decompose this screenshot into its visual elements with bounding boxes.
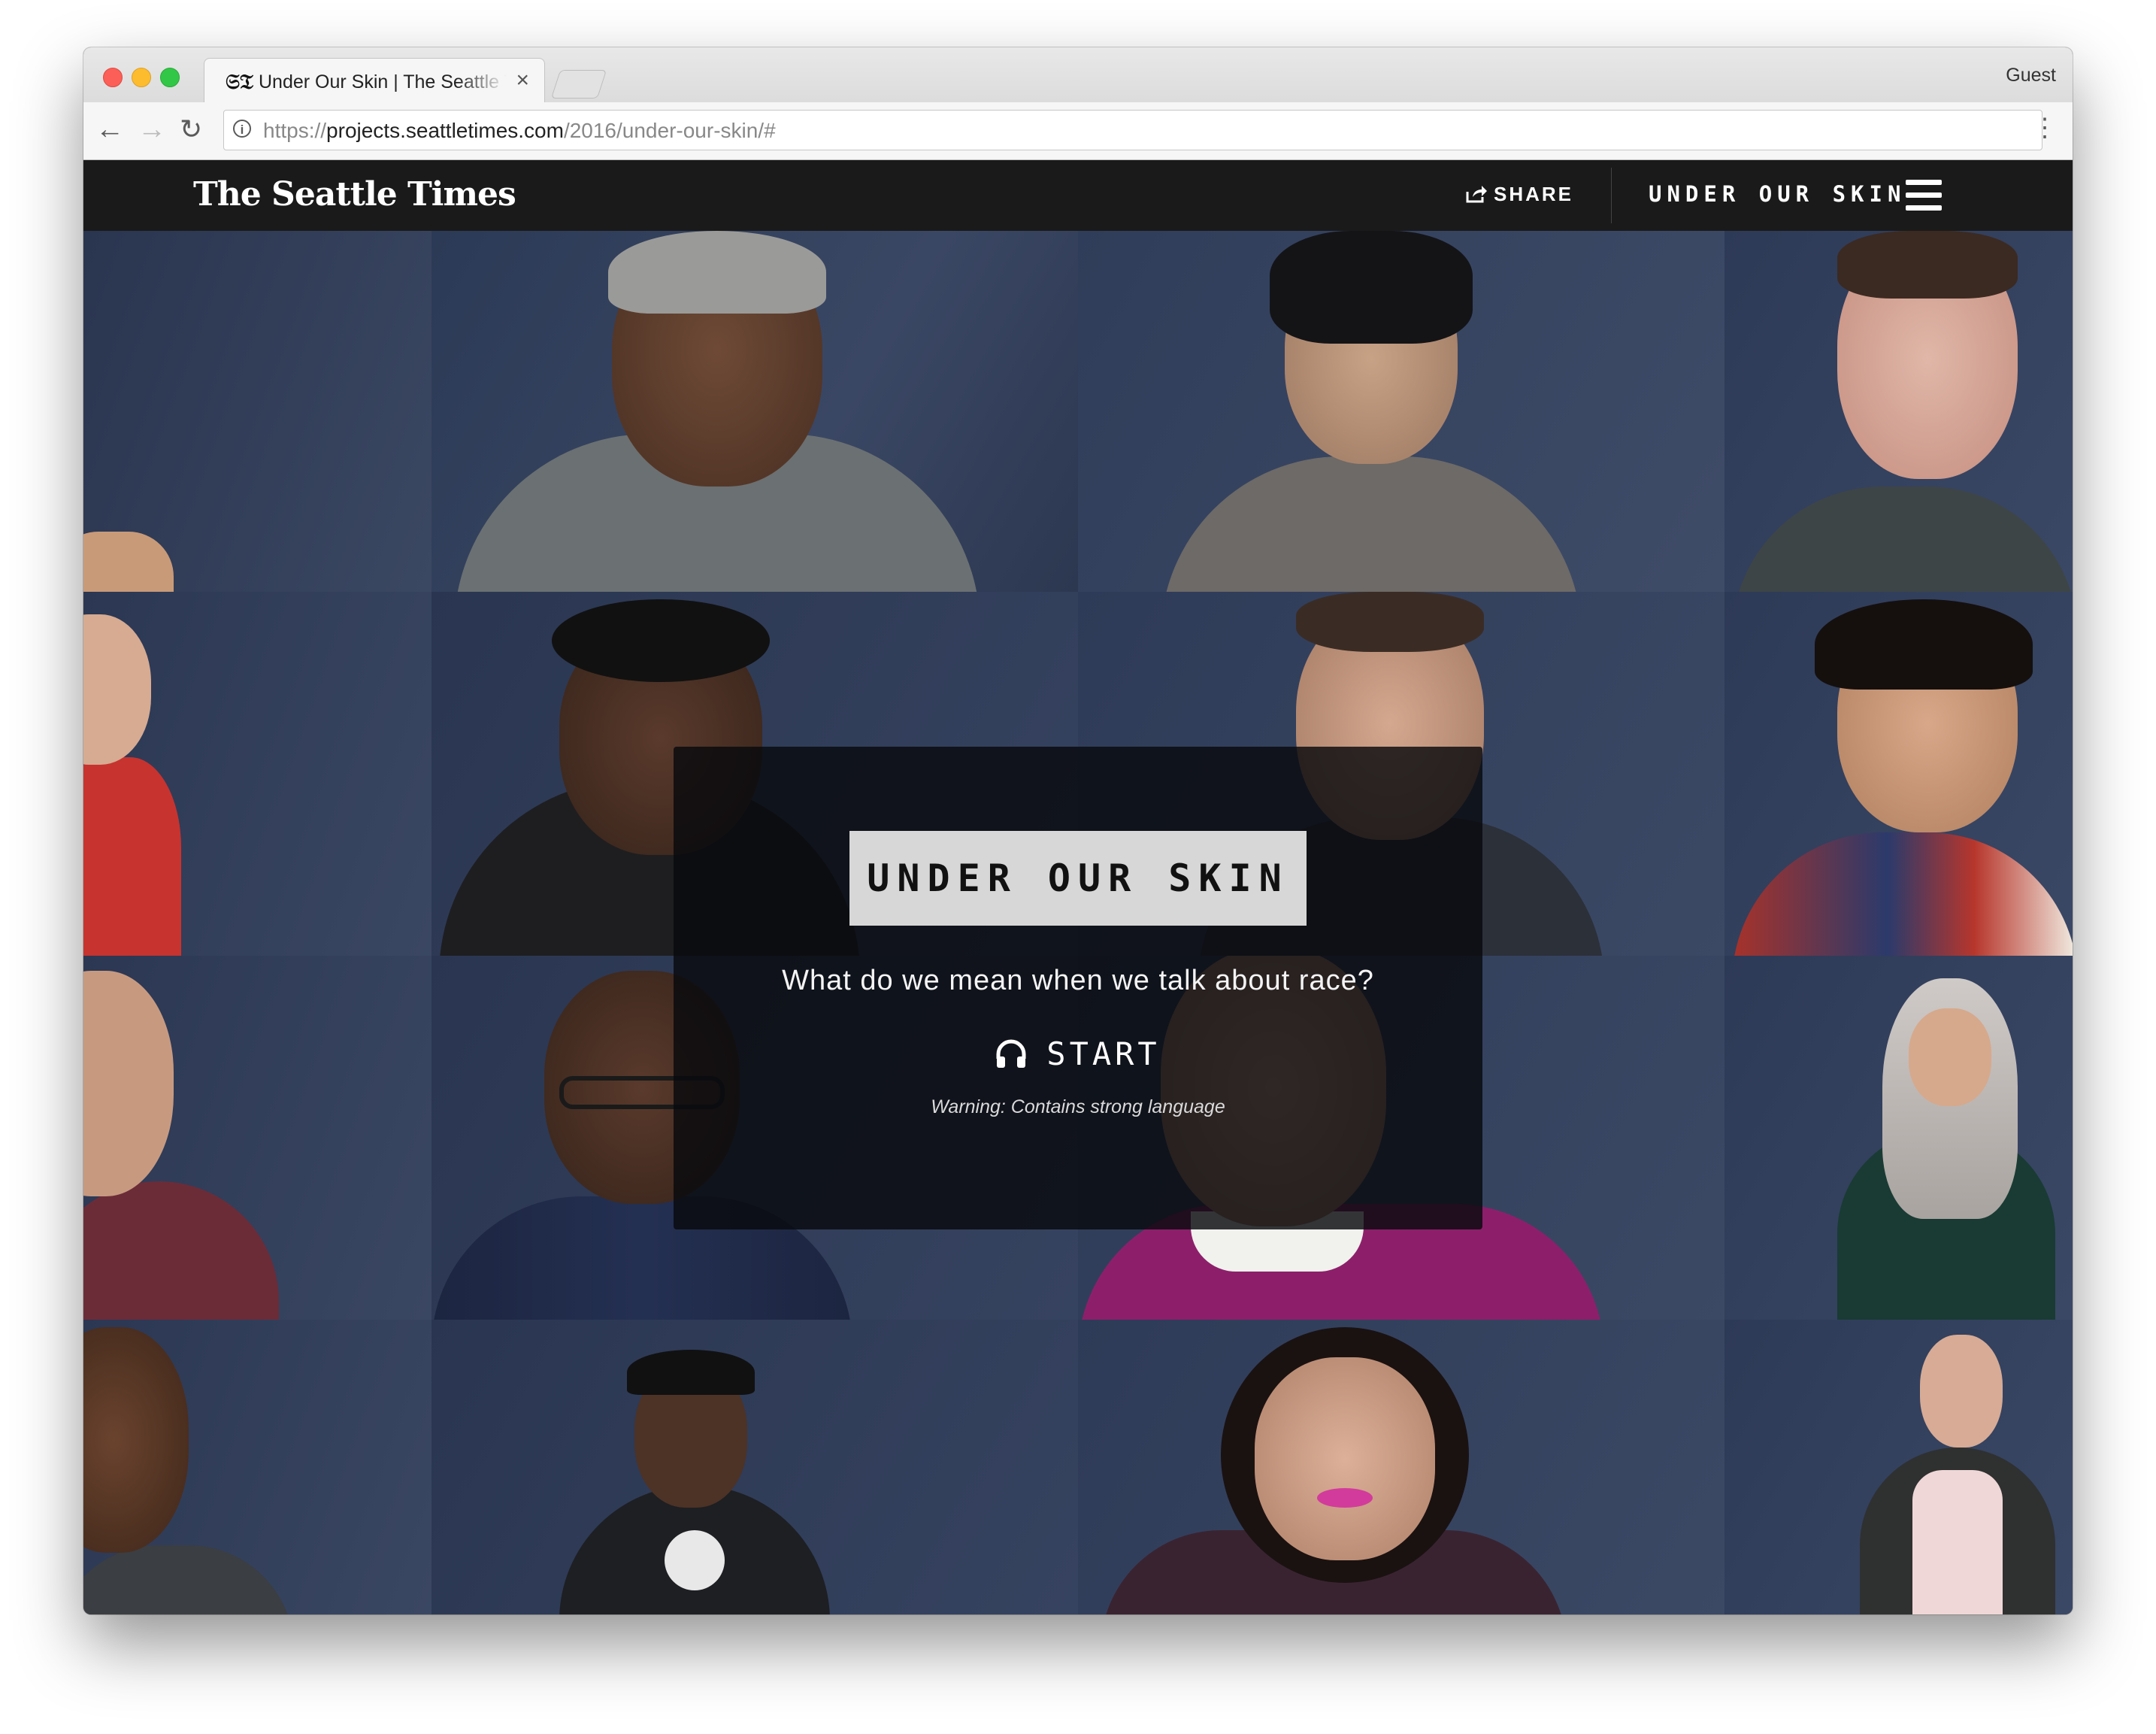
site-header: The Seattle Times SHARE UNDER OUR SKIN [83,160,2073,231]
hamburger-icon[interactable] [1906,180,1942,211]
portrait-figure [83,1327,189,1553]
intro-title-box: UNDER OUR SKIN [849,831,1307,926]
browser-window: 𝔖𝔗 Under Our Skin | The Seattle Times × … [83,47,2073,1614]
portrait-figure [1920,1335,2003,1448]
browser-toolbar: ← → ↻ i https://projects.seattletimes.co… [83,102,2073,160]
minimize-window-button[interactable] [132,68,151,87]
start-button[interactable]: START [674,1035,1482,1072]
portrait-figure [1296,592,1484,652]
share-button[interactable]: SHARE [1465,183,1573,206]
tab-close-icon[interactable]: × [516,68,529,93]
url-text[interactable]: https://projects.seattletimes.com/2016/u… [263,119,776,143]
start-label: START [1046,1035,1161,1072]
portrait-figure [83,1181,279,1320]
intro-card: UNDER OUR SKIN What do we mean when we t… [674,747,1482,1229]
share-label: SHARE [1494,183,1574,205]
portrait-figure [1317,1488,1373,1508]
portrait-figure [1270,231,1473,344]
portrait-tile[interactable] [83,592,432,956]
portrait-figure [1912,1470,2003,1614]
portrait-figure [1815,599,2033,690]
portrait-figure [83,971,174,1196]
portrait-figure [608,231,826,314]
tab-active[interactable]: 𝔖𝔗 Under Our Skin | The Seattle Times × [204,58,545,103]
portrait-tile[interactable] [1724,231,2073,592]
portrait-figure [1255,1357,1435,1560]
series-title-link[interactable]: UNDER OUR SKIN [1649,181,1906,207]
portrait-tile[interactable] [83,1320,432,1614]
profile-button[interactable]: Guest [2006,65,2056,86]
portrait-figure [83,1545,294,1614]
intro-subtitle: What do we mean when we talk about race? [782,965,1374,996]
close-window-button[interactable] [103,68,123,87]
portrait-figure [665,1530,725,1590]
zoom-window-button[interactable] [160,68,180,87]
portrait-tile[interactable] [432,231,1078,592]
tab-title: Under Our Skin | The Seattle Times [259,71,507,92]
address-bar[interactable]: i https://projects.seattletimes.com/2016… [223,110,2042,150]
portrait-tile[interactable] [1724,592,2073,956]
reload-icon[interactable]: ↻ [180,114,202,144]
language-warning: Warning: Contains strong language [931,1096,1225,1117]
portrait-figure [1909,1008,1991,1106]
portrait-grid: UNDER OUR SKIN What do we mean when we t… [83,231,2073,1614]
url-scheme: https:// [263,119,327,142]
portrait-tile[interactable] [1078,1320,1724,1614]
portrait-figure [1732,487,2073,592]
portrait-tile[interactable] [1724,956,2073,1320]
arrow-left-icon[interactable]: ← [95,114,124,144]
portrait-figure [83,532,174,592]
header-divider [1611,168,1612,223]
portrait-tile[interactable] [83,231,432,592]
portrait-figure [83,614,151,765]
portrait-tile[interactable] [1724,1320,2073,1614]
share-icon [1466,186,1487,203]
vertical-dots-icon[interactable]: ⋮ [2032,113,2058,143]
tab-bar: 𝔖𝔗 Under Our Skin | The Seattle Times × … [83,47,2073,103]
portrait-figure [1837,231,2018,299]
intro-title: UNDER OUR SKIN [867,856,1289,900]
portrait-figure [83,757,181,956]
headphones-icon [996,1039,1026,1068]
portrait-tile[interactable] [432,1320,1078,1614]
portrait-figure [1161,456,1582,592]
portrait-figure [627,1350,755,1395]
url-host: projects.seattletimes.com [326,119,564,142]
portrait-tile[interactable] [83,956,432,1320]
arrow-right-icon[interactable]: → [138,114,166,144]
new-tab-button[interactable] [550,70,607,99]
info-icon[interactable]: i [233,120,251,138]
portrait-figure [1732,832,2073,956]
favicon-icon: 𝔖𝔗 [226,71,253,94]
url-path: /2016/under-our-skin/# [563,119,776,142]
site-logo[interactable]: The Seattle Times [193,175,516,214]
portrait-figure [552,599,770,682]
portrait-tile[interactable] [1078,231,1724,592]
